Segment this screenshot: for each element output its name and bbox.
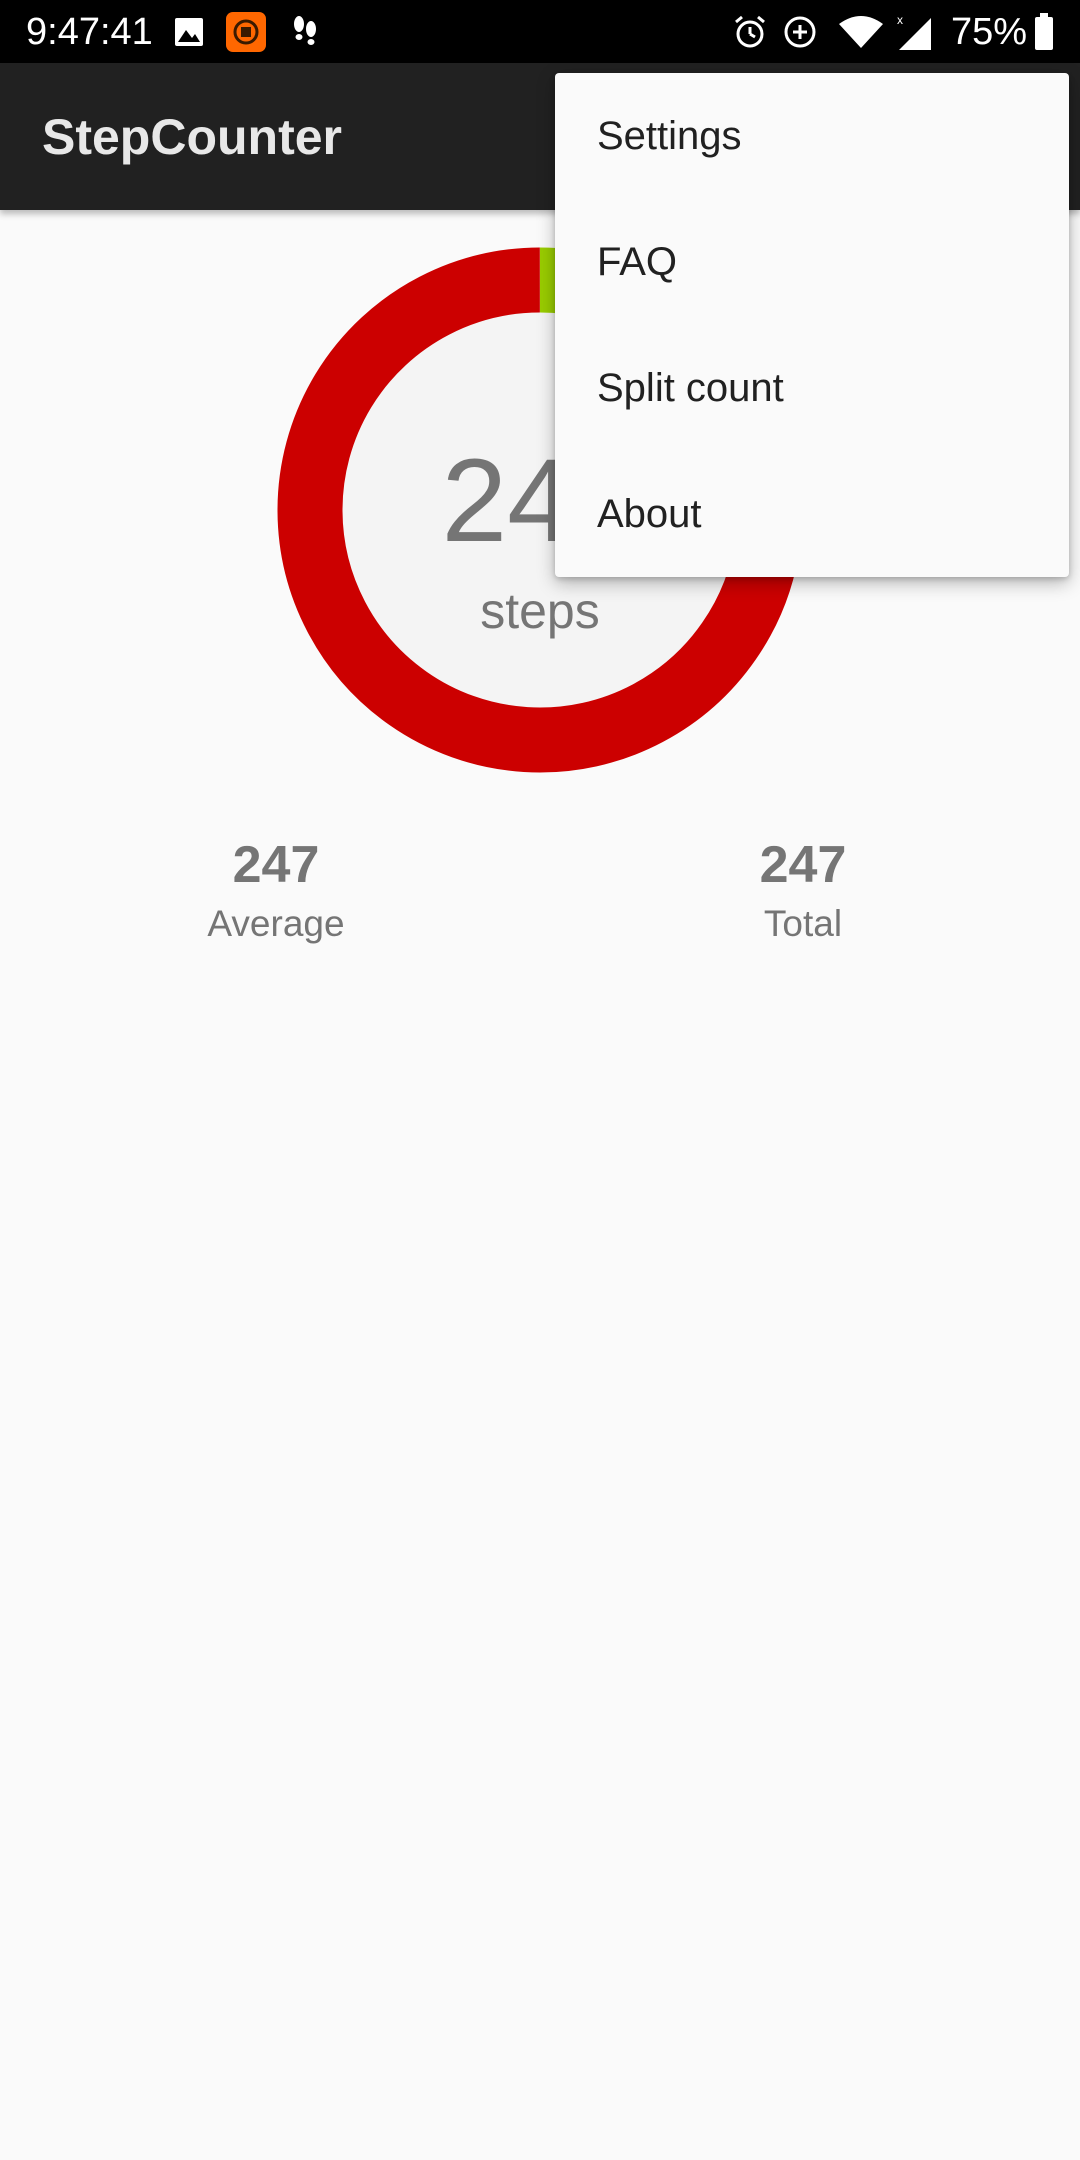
total-stat: 247 Total — [653, 835, 953, 947]
image-icon — [172, 12, 206, 52]
status-bar: 9:47:41 x 75% — [0, 0, 1080, 63]
menu-item-about[interactable]: About — [555, 451, 1069, 577]
menu-item-split-count[interactable]: Split count — [555, 325, 1069, 451]
data-saver-icon — [781, 12, 819, 52]
average-value: 247 — [232, 836, 320, 894]
total-label: Total — [763, 903, 843, 944]
wifi-icon — [836, 12, 886, 52]
average-label: Average — [207, 903, 345, 944]
app-title: StepCounter — [42, 109, 342, 165]
screen: 9:47:41 x 75% StepCounter 247 steps 247 … — [0, 0, 1080, 2160]
overflow-menu: Settings FAQ Split count About — [555, 73, 1069, 577]
alarm-icon — [731, 12, 769, 52]
battery-icon — [1033, 12, 1055, 52]
status-time: 9:47:41 — [26, 11, 153, 53]
menu-item-settings[interactable]: Settings — [555, 73, 1069, 199]
mi-app-icon — [226, 12, 266, 52]
average-stat: 247 Average — [126, 835, 426, 947]
footsteps-icon — [288, 12, 322, 52]
menu-item-faq[interactable]: FAQ — [555, 199, 1069, 325]
svg-text:x: x — [897, 13, 903, 27]
total-value: 247 — [759, 836, 847, 894]
battery-percent: 75% — [951, 11, 1028, 53]
signal-icon: x — [893, 12, 933, 52]
step-count-label: steps — [480, 583, 600, 639]
